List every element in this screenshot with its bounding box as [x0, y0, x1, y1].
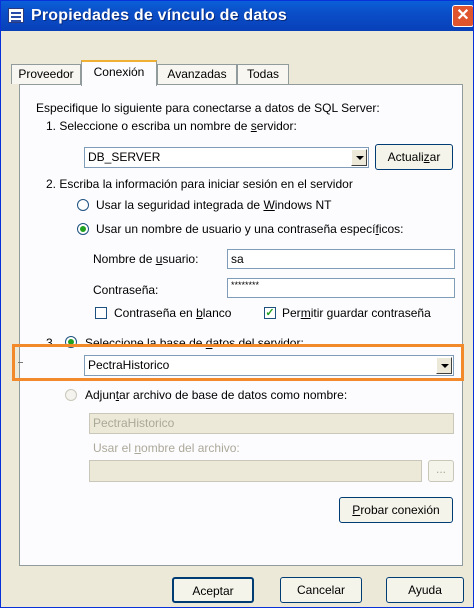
user-pass-label: Usar un nombre de usuario y una contrase… — [96, 222, 404, 236]
attach-file-label: Adjuntar archivo de base de datos como n… — [85, 388, 348, 402]
username-label: Nombre de usuario: — [93, 252, 199, 266]
cancel-button[interactable]: Cancelar — [280, 577, 362, 603]
filename-input[interactable] — [89, 460, 422, 482]
chevron-down-icon[interactable] — [351, 149, 367, 166]
tab-avanzadas[interactable]: Avanzadas — [157, 64, 237, 84]
password-label: Contraseña: — [93, 283, 159, 297]
ok-button[interactable]: Aceptar — [172, 577, 254, 603]
tab-proveedor[interactable]: Proveedor — [11, 64, 81, 84]
username-input[interactable]: sa — [227, 249, 455, 269]
refresh-button[interactable]: Actualizar — [375, 144, 453, 170]
browse-button[interactable]: ... — [428, 460, 454, 482]
attach-file-radio[interactable] — [65, 389, 77, 401]
user-pass-radio[interactable] — [77, 223, 89, 235]
close-button[interactable]: ✕ — [452, 5, 473, 27]
windows-auth-radio[interactable] — [77, 199, 89, 211]
windows-auth-label: Usar la seguridad integrada de Windows N… — [96, 198, 332, 212]
intro-text: Especifique lo siguiente para conectarse… — [36, 101, 380, 115]
highlight-box — [12, 344, 464, 381]
step1-label: 1. Seleccione o escriba un nombre de ser… — [46, 119, 297, 133]
blank-password-label: Contraseña en blanco — [114, 306, 232, 320]
server-name-value: DB_SERVER — [88, 150, 161, 164]
tab-conexion[interactable]: Conexión — [81, 60, 157, 86]
save-password-checkbox[interactable]: ✓ — [264, 307, 276, 319]
title-bar[interactable]: Propiedades de vínculo de datos ✕ — [1, 1, 473, 31]
help-button[interactable]: Ayuda — [386, 577, 464, 603]
password-input[interactable]: ******** — [227, 278, 455, 298]
data-link-properties-window: Propiedades de vínculo de datos ✕ Provee… — [0, 0, 474, 608]
test-connection-button[interactable]: Probar conexión — [339, 497, 453, 523]
data-link-icon — [8, 8, 24, 23]
server-name-combobox[interactable]: DB_SERVER — [84, 147, 369, 168]
window-title: Propiedades de vínculo de datos — [31, 7, 288, 24]
save-password-label: Permitir guardar contraseña — [282, 306, 431, 320]
filename-label: Usar el nombre del archivo: — [93, 441, 240, 455]
tab-todas[interactable]: Todas — [237, 64, 289, 84]
attach-name-input[interactable]: PectraHistorico — [89, 413, 454, 434]
step2-label: 2. Escriba la información para iniciar s… — [46, 177, 353, 191]
blank-password-checkbox[interactable] — [95, 307, 107, 319]
